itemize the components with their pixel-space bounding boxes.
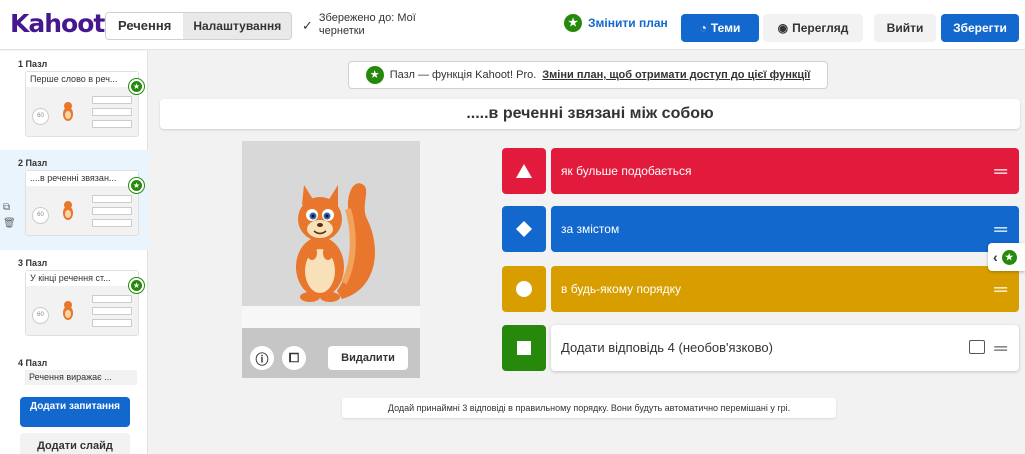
answer-placeholder — [92, 195, 132, 203]
star-icon: ★ — [365, 66, 384, 84]
notice-text: Пазл — функція Kahoot! Pro. — [389, 69, 537, 81]
drag-handle-icon[interactable]: ═ — [994, 266, 1007, 312]
answer-text[interactable]: як бульше подобається — [551, 148, 1019, 194]
themes-button[interactable]: ◔ Теми — [681, 14, 759, 42]
image-icon[interactable] — [969, 340, 985, 354]
editor-tabs: Речення Налаштування — [105, 12, 293, 40]
slide-tools: ⧉ 🗑 — [3, 200, 16, 232]
duplicate-icon[interactable]: ⧉ — [3, 200, 16, 216]
slides-sidebar: 1 Пазл Перше слово в реч... 60 ★ 2 Пазл … — [0, 51, 148, 454]
slide-item-1[interactable]: 1 Пазл Перше слово в реч... 60 ★ — [0, 51, 148, 151]
upgrade-plan-link[interactable]: Зміни план, щоб отримати доступ до цієї … — [542, 69, 810, 81]
diamond-icon — [502, 206, 546, 252]
slide-thumbnail: У кінці речення ст... 60 ★ — [25, 270, 144, 336]
star-badge-icon: ★ — [129, 178, 144, 193]
kahoot-logo[interactable]: Kahoot! — [10, 7, 116, 41]
slide-header: 2 Пазл — [18, 158, 48, 168]
answer-text[interactable]: за змістом — [551, 206, 1019, 252]
change-plan-button[interactable]: ★ Змінити план — [564, 14, 668, 32]
checkmark-icon: ✓ — [302, 18, 313, 33]
answer-text[interactable]: в будь-якому порядку — [551, 266, 1019, 312]
answer-placeholder — [92, 307, 132, 315]
answer-2[interactable]: за змістом ═ — [502, 206, 1019, 252]
slide-title: ....в реченні звязан... — [26, 171, 138, 186]
question-title[interactable]: .....в реченні звязані між собою — [160, 99, 1020, 129]
square-icon — [502, 325, 546, 371]
save-status-text: Збережено до: Мої чернетки — [318, 12, 416, 37]
exit-button[interactable]: Вийти — [874, 14, 936, 42]
squirrel-image — [296, 183, 375, 302]
squirrel-thumbnail-image — [63, 301, 73, 320]
hint-text: Додай принаймні 3 відповіді в правильном… — [342, 398, 836, 418]
drag-handle-icon[interactable]: ═ — [994, 325, 1007, 371]
crop-icon[interactable]: ⧠ — [282, 346, 306, 370]
add-question-button[interactable]: Додати запитання — [20, 397, 130, 427]
answer-3[interactable]: в будь-якому порядку ═ — [502, 266, 1019, 312]
answer-placeholder — [92, 207, 132, 215]
answer-placeholder — [92, 219, 132, 227]
answer-4[interactable]: Додати відповідь 4 (необов'язково) ═ — [502, 325, 1019, 371]
answer-placeholder — [92, 108, 132, 116]
slide-thumbnail: Перше слово в реч... 60 ★ — [25, 71, 144, 137]
slide-title: Речення виражає ... — [25, 370, 137, 385]
pro-feature-notice: ★ Пазл — функція Kahoot! Pro. Зміни план… — [348, 61, 828, 89]
answer-1[interactable]: як бульше подобається ═ — [502, 148, 1019, 194]
tab-sentences[interactable]: Речення — [106, 13, 184, 39]
info-icon[interactable]: ⓘ — [250, 346, 274, 370]
timer-icon: 60 — [32, 207, 49, 224]
circle-icon — [502, 266, 546, 312]
slide-header: 4 Пазл — [18, 358, 48, 368]
answer-placeholder — [92, 319, 132, 327]
save-status: ✓ Збережено до: Мої чернетки — [302, 12, 429, 38]
top-bar: Kahoot! Речення Налаштування ✓ Збережено… — [0, 0, 1025, 50]
eye-icon: ◉ — [777, 21, 789, 35]
star-icon: ★ — [564, 14, 582, 32]
answer-input[interactable]: Додати відповідь 4 (необов'язково) — [551, 325, 1019, 371]
answer-placeholder — [92, 120, 132, 128]
add-slide-button[interactable]: Додати слайд — [20, 433, 130, 454]
triangle-icon — [502, 148, 546, 194]
drag-handle-icon[interactable]: ═ — [994, 148, 1007, 194]
timer-icon: 60 — [32, 307, 49, 324]
palette-icon: ◔ — [699, 21, 707, 35]
slide-thumbnail: Речення виражає ... — [25, 370, 139, 390]
question-media[interactable] — [242, 141, 420, 378]
slide-thumbnail: ....в реченні звязан... 60 ★ — [25, 170, 144, 236]
star-badge-icon: ★ — [129, 278, 144, 293]
squirrel-thumbnail-image — [63, 102, 73, 121]
slide-item-2[interactable]: 2 Пазл ⧉ 🗑 ....в реченні звязан... 60 ★ — [0, 150, 148, 250]
save-button[interactable]: Зберегти — [941, 14, 1019, 42]
media-floor — [242, 306, 420, 328]
star-badge-icon: ★ — [129, 79, 144, 94]
star-icon: ★ — [1001, 249, 1017, 265]
slide-title: У кінці речення ст... — [26, 271, 138, 286]
trash-icon[interactable]: 🗑 — [3, 216, 16, 232]
timer-icon: 60 — [32, 108, 49, 125]
preview-button[interactable]: ◉ Перегляд — [763, 14, 863, 42]
slide-header: 1 Пазл — [18, 59, 48, 69]
delete-media-button[interactable]: Видалити — [328, 346, 408, 370]
slide-header: 3 Пазл — [18, 258, 48, 268]
settings-panel-toggle[interactable]: ‹ ★ — [988, 243, 1025, 271]
tab-settings[interactable]: Налаштування — [183, 13, 292, 39]
change-plan-label: Змінити план — [588, 16, 668, 30]
slide-item-3[interactable]: 3 Пазл У кінці речення ст... 60 ★ — [0, 250, 148, 350]
themes-label: Теми — [710, 21, 741, 35]
slide-item-4[interactable]: 4 Пазл Речення виражає ... — [0, 350, 148, 395]
answer-placeholder — [92, 96, 132, 104]
preview-label: Перегляд — [792, 21, 849, 35]
slide-title: Перше слово в реч... — [26, 72, 138, 87]
answer-placeholder — [92, 295, 132, 303]
squirrel-thumbnail-image — [63, 201, 73, 220]
chevron-left-icon: ‹ — [993, 249, 998, 265]
